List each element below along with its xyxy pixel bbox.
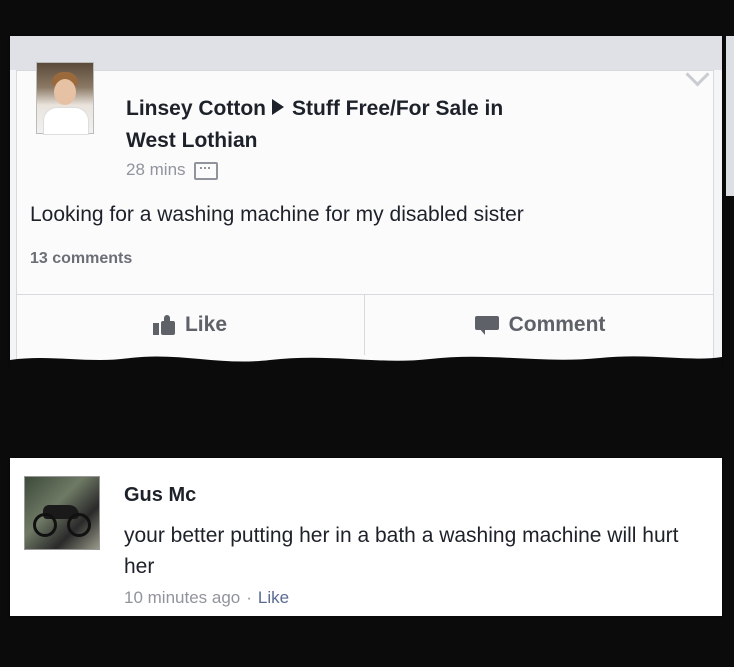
- comment-label: Comment: [508, 313, 606, 336]
- avatar-shirt: [43, 107, 89, 135]
- avatar-face: [54, 79, 76, 105]
- comment-like-link[interactable]: Like: [258, 588, 289, 607]
- motorbike-image: [33, 501, 91, 537]
- comment-meta: 10 minutes ago · Like: [124, 588, 289, 608]
- post-author-avatar[interactable]: [36, 62, 94, 135]
- comment-author-avatar[interactable]: [24, 476, 100, 550]
- meta-separator: ·: [246, 588, 252, 607]
- card-top-strip: [10, 36, 722, 70]
- post-header-line-2: West Lothian: [126, 129, 257, 153]
- thumbs-up-icon: [152, 315, 177, 335]
- post-header-line-1: Linsey Cotton Stuff Free/For Sale in: [126, 97, 503, 121]
- comment-author-name[interactable]: Gus Mc: [124, 484, 196, 507]
- comment-timestamp[interactable]: 10 minutes ago: [124, 588, 240, 607]
- comments-count-link[interactable]: 13 comments: [30, 250, 132, 268]
- comment-icon: [474, 316, 499, 335]
- post-group-location[interactable]: West Lothian: [126, 129, 257, 152]
- triangle-right-icon: [272, 99, 284, 116]
- group-members-icon: [193, 161, 218, 180]
- post-text: Looking for a washing machine for my dis…: [30, 203, 524, 226]
- comment-text: your better putting her in a bath a wash…: [124, 524, 679, 578]
- post-timestamp[interactable]: 28 mins: [126, 160, 186, 179]
- post-author-name[interactable]: Linsey Cotton: [126, 97, 266, 120]
- torn-edge: [10, 356, 722, 380]
- post-meta: 28 mins: [126, 160, 218, 180]
- post-group-name[interactable]: Stuff Free/For Sale in: [292, 97, 503, 120]
- next-card-edge: [726, 36, 734, 196]
- like-label: Like: [184, 313, 228, 336]
